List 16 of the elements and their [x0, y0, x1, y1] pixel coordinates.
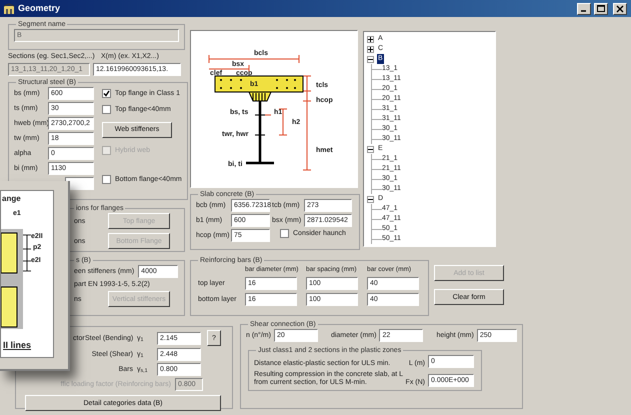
window-title: Geometry — [18, 4, 60, 13]
collapse-icon[interactable] — [367, 196, 374, 202]
expand-icon[interactable] — [367, 46, 374, 52]
checkbox[interactable] — [102, 88, 111, 98]
checkbox[interactable] — [102, 104, 111, 114]
collapse-icon[interactable] — [367, 56, 374, 62]
checkbox[interactable] — [102, 174, 111, 184]
checkbox[interactable] — [280, 229, 289, 238]
close-icon[interactable] — [613, 2, 627, 14]
collapse-icon[interactable] — [367, 146, 374, 152]
expand-icon[interactable] — [367, 36, 374, 42]
maximize-icon[interactable] — [594, 2, 608, 14]
minimize-icon[interactable] — [577, 2, 591, 14]
window-heading: ange — [2, 194, 21, 203]
caption-text: II lines — [3, 341, 32, 350]
app-icon — [3, 2, 15, 14]
